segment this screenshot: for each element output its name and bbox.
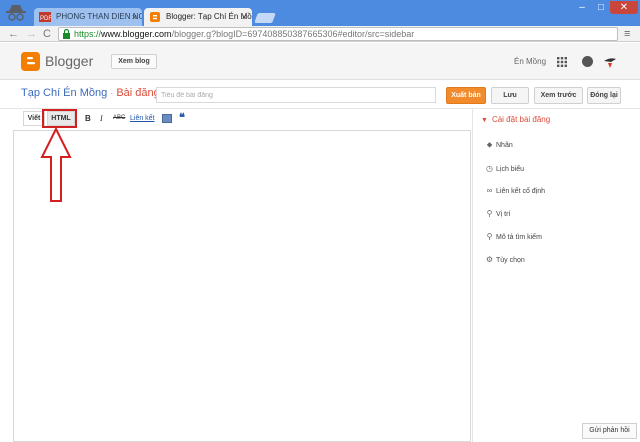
post-settings-heading[interactable]: ▼ Cài đặt bài đăng xyxy=(481,115,550,124)
strikethrough-button[interactable]: ABC xyxy=(113,111,125,126)
gear-icon: ⚙ xyxy=(485,255,494,264)
tab-title: Blogger: Tạp Chí Én Mồng xyxy=(166,12,252,21)
apps-grid-icon[interactable] xyxy=(557,57,567,67)
sidebar-item-options[interactable]: ⚙ Tùy chọn xyxy=(484,253,525,267)
username[interactable]: Én Mồng xyxy=(514,57,546,66)
feedback-button[interactable]: Gửi phản hồi xyxy=(582,423,637,439)
close-window-button[interactable]: ✕ xyxy=(610,1,638,14)
tab-title: PHONG THAN DIEN NGH xyxy=(56,12,142,21)
up-arrow-annotation-icon xyxy=(40,127,72,202)
sidebar-item-label: Nhãn xyxy=(496,142,513,149)
browser-toolbar: ← → C https://www.blogger.com/blogger.g?… xyxy=(0,26,640,42)
close-icon[interactable]: × xyxy=(132,8,137,26)
editor-toolbar: Viết HTML B I ABC Liên kết ❝ xyxy=(13,109,471,129)
blogger-logo-icon xyxy=(21,52,40,71)
sidebar-item-label: Mô tả tìm kiếm xyxy=(496,234,542,241)
forward-icon[interactable]: → xyxy=(26,27,37,41)
browser-titlebar: PDF PHONG THAN DIEN NGH × Blogger: Tạp C… xyxy=(0,0,640,26)
close-button[interactable]: Đóng lại xyxy=(587,87,621,104)
blogger-icon xyxy=(150,12,160,22)
sidebar-item-label: Vị trí xyxy=(496,211,511,218)
search-icon: ⚲ xyxy=(486,232,493,241)
post-header: Tạp Chí Én Mồng · Bài đăng Xuất bản Lưu … xyxy=(0,81,640,109)
sidebar-item-label: Liên kết cố định xyxy=(496,188,546,195)
preview-button[interactable]: Xem trước xyxy=(534,87,583,104)
html-editor-area[interactable] xyxy=(13,130,471,442)
tab-blogger[interactable]: Blogger: Tạp Chí Én Mồng × xyxy=(144,8,252,26)
menu-icon[interactable]: ≡ xyxy=(624,27,630,41)
chevron-down-icon: ▼ xyxy=(481,117,488,124)
post-title-input[interactable] xyxy=(156,87,436,103)
sidebar-item-schedule[interactable]: ◷ Lịch biểu xyxy=(484,162,524,176)
back-icon[interactable]: ← xyxy=(8,27,19,41)
sidebar-item-label: Lịch biểu xyxy=(496,166,525,173)
minimize-button[interactable]: – xyxy=(573,1,591,14)
new-tab-button[interactable] xyxy=(254,13,276,23)
annotation-highlight xyxy=(42,109,77,128)
blogger-header: Blogger Xem blog Én Mồng xyxy=(0,43,640,80)
sidebar-item-label: Tùy chọn xyxy=(496,257,525,264)
pdf-icon: PDF xyxy=(39,12,51,22)
bold-button[interactable]: B xyxy=(85,111,91,126)
italic-button[interactable]: I xyxy=(100,111,103,126)
breadcrumb-separator: · xyxy=(110,88,114,98)
location-pin-icon: ⚲ xyxy=(486,209,493,218)
link-button[interactable]: Liên kết xyxy=(130,111,155,126)
sidebar-item-location[interactable]: ⚲ Vị trí xyxy=(484,207,511,221)
blog-title[interactable]: Tạp Chí Én Mồng xyxy=(21,87,107,99)
link-icon: ∞ xyxy=(486,186,493,195)
quote-button[interactable]: ❝ xyxy=(179,111,185,126)
breadcrumb: Tạp Chí Én Mồng · Bài đăng xyxy=(21,87,160,99)
sidebar-item-labels[interactable]: ⬥ Nhãn xyxy=(484,138,513,152)
svg-text:PDF: PDF xyxy=(40,16,51,22)
section-title: Bài đăng xyxy=(116,87,160,99)
address-bar[interactable]: https://www.blogger.com/blogger.g?blogID… xyxy=(58,27,618,41)
avatar[interactable] xyxy=(602,55,618,71)
incognito-icon xyxy=(6,5,26,21)
notifications-icon[interactable] xyxy=(582,56,593,67)
reload-icon[interactable]: C xyxy=(43,27,51,41)
sidebar-item-permalink[interactable]: ∞ Liên kết cố định xyxy=(484,184,545,198)
url-text: https://www.blogger.com/blogger.g?blogID… xyxy=(74,29,415,39)
lock-icon xyxy=(63,29,70,39)
post-settings-label: Cài đặt bài đăng xyxy=(491,115,551,124)
brand-name: Blogger xyxy=(45,53,94,69)
sidebar-item-search-description[interactable]: ⚲ Mô tả tìm kiếm xyxy=(484,230,542,244)
maximize-button[interactable]: □ xyxy=(592,1,610,14)
view-blog-button[interactable]: Xem blog xyxy=(111,54,157,69)
save-button[interactable]: Lưu xyxy=(491,87,529,104)
clock-icon: ◷ xyxy=(486,164,493,173)
tab-pdf[interactable]: PDF PHONG THAN DIEN NGH × xyxy=(34,8,142,26)
insert-image-icon[interactable] xyxy=(162,114,172,123)
tag-icon: ⬥ xyxy=(486,140,493,149)
close-icon[interactable]: × xyxy=(242,8,247,26)
post-settings-sidebar: ▼ Cài đặt bài đăng ⬥ Nhãn ◷ Lịch biểu ∞ Liên… xyxy=(472,109,640,442)
publish-button[interactable]: Xuất bản xyxy=(446,87,486,104)
